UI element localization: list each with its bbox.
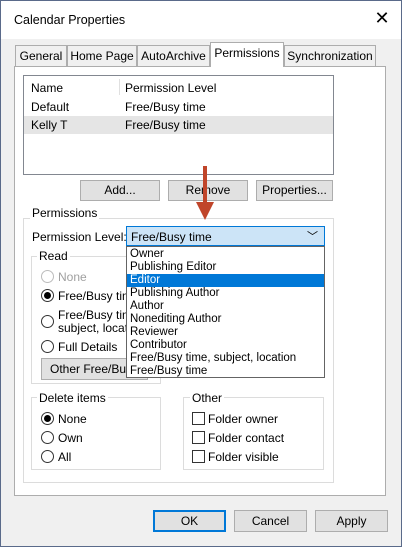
folder-contact-label: Folder contact	[208, 431, 285, 445]
tab-autoarchive[interactable]: AutoArchive	[137, 45, 210, 66]
dropdown-option-freebusy-subject-location[interactable]: Free/Busy time, subject, location	[127, 352, 324, 365]
folder-visible-label: Folder visible	[208, 450, 279, 464]
add-button[interactable]: Add...	[80, 180, 160, 201]
dropdown-option-publishing-editor[interactable]: Publishing Editor	[127, 261, 324, 274]
delete-items-group-label: Delete items	[37, 391, 108, 405]
properties-button[interactable]: Properties...	[256, 180, 333, 201]
permission-level-value: Free/Busy time	[131, 230, 212, 244]
dropdown-option-owner[interactable]: Owner	[127, 248, 324, 261]
column-header-name[interactable]: Name	[31, 81, 63, 95]
row-name: Kelly T	[31, 118, 68, 132]
read-freebusy-subject-radio[interactable]	[41, 315, 54, 328]
table-row[interactable]: Default Free/Busy time	[24, 98, 333, 116]
dropdown-option-publishing-author[interactable]: Publishing Author	[127, 287, 324, 300]
read-full-details-radio[interactable]	[41, 340, 54, 353]
tab-label: General	[19, 49, 63, 63]
tab-synchronization[interactable]: Synchronization	[284, 45, 376, 66]
folder-owner-label: Folder owner	[208, 412, 279, 426]
dropdown-option-reviewer[interactable]: Reviewer	[127, 326, 324, 339]
tab-label: Home Page	[70, 49, 134, 63]
apply-button[interactable]: Apply	[315, 510, 388, 532]
table-row[interactable]: Kelly T Free/Busy time	[24, 116, 333, 134]
read-none-label: None	[58, 270, 87, 284]
delete-own-label: Own	[58, 431, 83, 445]
delete-none-label: None	[58, 412, 87, 426]
delete-own-radio[interactable]	[41, 431, 54, 444]
row-name: Default	[31, 100, 70, 114]
dropdown-option-freebusy-time[interactable]: Free/Busy time	[127, 365, 324, 378]
row-level: Free/Busy time	[125, 100, 206, 114]
column-divider	[119, 79, 120, 95]
delete-none-radio[interactable]	[41, 412, 54, 425]
dropdown-option-editor[interactable]: Editor	[127, 274, 324, 287]
read-group-label: Read	[37, 249, 70, 263]
arrow-down-icon	[196, 166, 214, 220]
delete-all-radio[interactable]	[41, 450, 54, 463]
read-freebusy-subject-label: Free/Busy tim	[58, 308, 133, 322]
tab-home-page[interactable]: Home Page	[67, 45, 137, 66]
cancel-button[interactable]: Cancel	[234, 510, 307, 532]
read-full-details-label: Full Details	[58, 340, 118, 354]
tab-permissions[interactable]: Permissions	[210, 42, 284, 67]
tab-general[interactable]: General	[15, 45, 67, 66]
permissions-group-label: Permissions	[30, 206, 100, 220]
permission-level-label: Permission Level:	[32, 230, 127, 244]
dropdown-option-author[interactable]: Author	[127, 300, 324, 313]
permission-level-dropdown[interactable]: Owner Publishing Editor Editor Publishin…	[126, 246, 325, 378]
title-bar: Calendar Properties ✕	[1, 1, 401, 39]
ok-button[interactable]: OK	[153, 510, 226, 532]
delete-all-label: All	[58, 450, 72, 464]
permission-level-select[interactable]: Free/Busy time ﹀	[126, 226, 325, 246]
folder-visible-checkbox[interactable]	[192, 450, 205, 463]
tab-label: Synchronization	[287, 49, 373, 63]
tab-label: AutoArchive	[141, 49, 206, 63]
window-title: Calendar Properties	[14, 13, 126, 27]
folder-owner-checkbox[interactable]	[192, 412, 205, 425]
column-header-permission-level[interactable]: Permission Level	[125, 81, 216, 95]
dropdown-option-contributor[interactable]: Contributor	[127, 339, 324, 352]
folder-contact-checkbox[interactable]	[192, 431, 205, 444]
row-level: Free/Busy time	[125, 118, 206, 132]
dropdown-option-nonediting-author[interactable]: Nonediting Author	[127, 313, 324, 326]
chevron-down-icon: ﹀	[307, 231, 318, 243]
tab-label: Permissions	[214, 46, 280, 60]
other-group-label: Other	[190, 391, 225, 405]
read-freebusy-radio[interactable]	[41, 289, 54, 302]
read-freebusy-label: Free/Busy tim	[58, 289, 133, 303]
read-none-radio[interactable]	[41, 270, 54, 283]
close-icon[interactable]: ✕	[371, 7, 393, 29]
